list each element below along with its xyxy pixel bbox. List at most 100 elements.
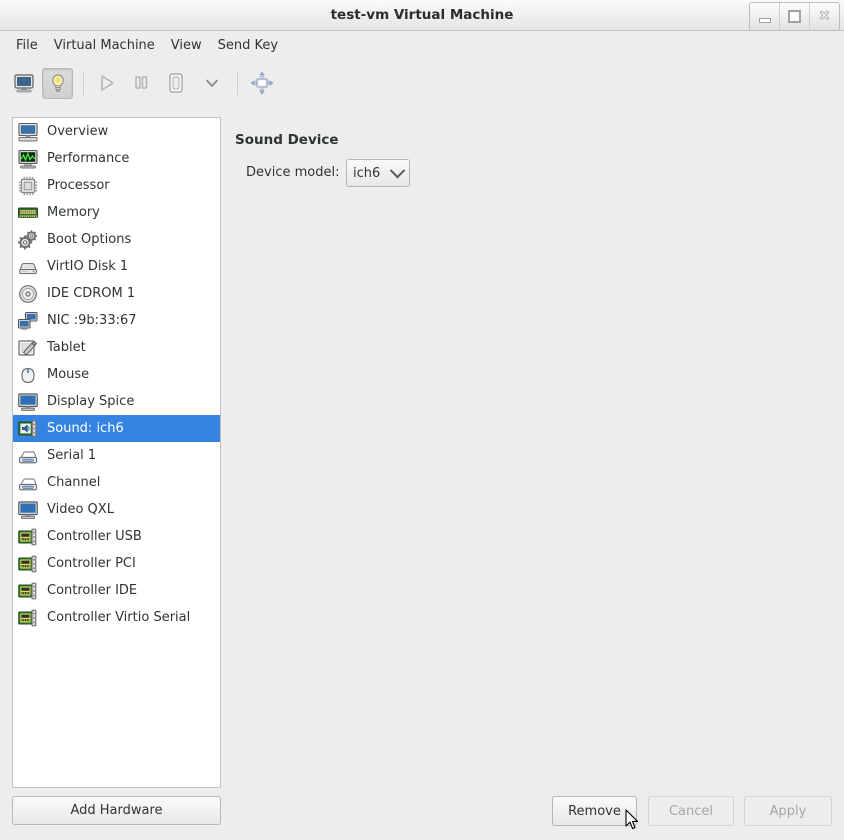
- apply-button-label: Apply: [769, 803, 807, 819]
- menu-virtual-machine[interactable]: Virtual Machine: [46, 35, 163, 56]
- page-title: Sound Device: [235, 132, 339, 148]
- sidebar-item-memory[interactable]: Memory: [13, 199, 220, 226]
- lightbulb-icon: [51, 74, 64, 92]
- sidebar-item-controller-ide[interactable]: Controller IDE: [13, 577, 220, 604]
- fullscreen-button[interactable]: [245, 68, 279, 99]
- play-icon: [100, 75, 114, 91]
- cancel-button: Cancel: [648, 796, 734, 826]
- maximize-button[interactable]: [780, 3, 810, 30]
- shutdown-icon: [169, 73, 183, 93]
- toolbar-separator-2: [237, 71, 238, 95]
- add-hardware-button[interactable]: Add Hardware: [12, 796, 221, 825]
- window-controls: ✕: [749, 2, 840, 31]
- maximize-icon: [788, 10, 801, 23]
- sidebar-item-label: Memory: [47, 205, 100, 220]
- show-details-button[interactable]: [42, 67, 73, 99]
- minimize-icon: [758, 18, 771, 23]
- sidebar-item-label: Controller USB: [47, 529, 142, 544]
- title-bar: test-vm Virtual Machine ✕: [0, 0, 844, 31]
- chart-icon: [18, 149, 38, 168]
- remove-button[interactable]: Remove: [552, 796, 637, 826]
- sidebar-item-display-spice[interactable]: Display Spice: [13, 388, 220, 415]
- sidebar-item-label: Boot Options: [47, 232, 132, 247]
- sidebar-item-ide-cdrom-1[interactable]: IDE CDROM 1: [13, 280, 220, 307]
- sidebar-item-channel[interactable]: Channel: [13, 469, 220, 496]
- shutdown-menu-button[interactable]: [196, 68, 227, 99]
- controller-icon: [18, 528, 37, 545]
- sidebar-item-label: Overview: [47, 124, 109, 139]
- menu-view[interactable]: View: [163, 35, 210, 56]
- sidebar-item-label: Channel: [47, 475, 101, 490]
- serial-port-icon: [18, 477, 38, 490]
- sidebar-item-nic-9b-33-67[interactable]: NIC :9b:33:67: [13, 307, 220, 334]
- harddisk-icon: [18, 262, 38, 274]
- controller-icon: [18, 582, 37, 599]
- window-title: test-vm Virtual Machine: [330, 7, 514, 23]
- sidebar-item-sound-ich6[interactable]: Sound: ich6: [13, 415, 220, 442]
- gears-icon: [17, 229, 38, 250]
- sidebar-item-label: Processor: [47, 178, 110, 193]
- sidebar-item-label: Tablet: [47, 340, 86, 355]
- sidebar-item-overview[interactable]: Overview: [13, 118, 220, 145]
- device-model-label: Device model:: [246, 165, 340, 180]
- controller-icon: [18, 609, 37, 626]
- minimize-button[interactable]: [750, 3, 780, 30]
- network-icon: [17, 311, 38, 330]
- menu-file[interactable]: File: [8, 35, 46, 56]
- close-icon: ✕: [819, 9, 830, 24]
- toolbar-separator-1: [83, 71, 84, 95]
- computer-icon: [18, 122, 38, 141]
- toolbar: [0, 60, 844, 106]
- sidebar-item-label: Video QXL: [47, 502, 114, 517]
- remove-button-label: Remove: [568, 803, 621, 819]
- sidebar-item-label: Performance: [47, 151, 130, 166]
- run-button[interactable]: [91, 68, 122, 99]
- pause-icon: [134, 76, 147, 89]
- chevron-down-icon: [205, 79, 218, 87]
- pause-button[interactable]: [125, 68, 156, 99]
- add-hardware-label: Add Hardware: [70, 803, 163, 818]
- mouse-icon: [21, 367, 35, 383]
- display-icon: [18, 392, 38, 411]
- sidebar-item-label: Sound: ich6: [47, 421, 124, 436]
- hardware-list[interactable]: Overview Performance Processor Memory Boot O…: [12, 117, 221, 788]
- sidebar-item-virtio-disk-1[interactable]: VirtIO Disk 1: [13, 253, 220, 280]
- sidebar-item-label: IDE CDROM 1: [47, 286, 136, 301]
- sidebar-item-performance[interactable]: Performance: [13, 145, 220, 172]
- cancel-button-label: Cancel: [668, 803, 714, 819]
- device-model-value: ich6: [353, 165, 381, 181]
- sidebar-item-label: Serial 1: [47, 448, 97, 463]
- close-button[interactable]: ✕: [810, 3, 839, 30]
- serial-port-icon: [18, 450, 38, 463]
- sidebar-item-processor[interactable]: Processor: [13, 172, 220, 199]
- sidebar-item-label: VirtIO Disk 1: [47, 259, 129, 274]
- display-icon: [18, 500, 38, 519]
- memory-icon: [18, 207, 38, 218]
- show-console-button[interactable]: [8, 68, 39, 99]
- sidebar-item-tablet[interactable]: Tablet: [13, 334, 220, 361]
- detail-panel: Sound Device Device model: ich6: [228, 117, 832, 788]
- sidebar-item-controller-virtio-serial[interactable]: Controller Virtio Serial: [13, 604, 220, 631]
- cpu-icon: [18, 176, 38, 195]
- fullscreen-icon: [250, 71, 274, 95]
- chevron-down-icon: [389, 162, 406, 178]
- tablet-icon: [18, 339, 38, 356]
- sidebar-item-label: Display Spice: [47, 394, 135, 409]
- controller-icon: [18, 555, 37, 572]
- apply-button: Apply: [744, 796, 832, 826]
- sidebar-item-video-qxl[interactable]: Video QXL: [13, 496, 220, 523]
- device-model-select[interactable]: ich6: [346, 159, 410, 187]
- sidebar-item-serial-1[interactable]: Serial 1: [13, 442, 220, 469]
- sidebar-item-mouse[interactable]: Mouse: [13, 361, 220, 388]
- sidebar-item-label: Controller PCI: [47, 556, 136, 571]
- sidebar-item-label: NIC :9b:33:67: [47, 313, 137, 328]
- monitor-icon: [13, 74, 34, 93]
- shutdown-button[interactable]: [159, 68, 193, 99]
- sidebar-item-label: Controller IDE: [47, 583, 138, 598]
- sidebar-item-boot-options[interactable]: Boot Options: [13, 226, 220, 253]
- sidebar-item-controller-usb[interactable]: Controller USB: [13, 523, 220, 550]
- sidebar-item-controller-pci[interactable]: Controller PCI: [13, 550, 220, 577]
- menu-send-key[interactable]: Send Key: [210, 35, 286, 56]
- menu-bar: File Virtual Machine View Send Key: [0, 31, 844, 60]
- sidebar-item-label: Mouse: [47, 367, 90, 382]
